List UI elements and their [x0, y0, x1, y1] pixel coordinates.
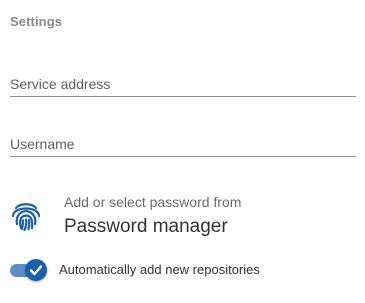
settings-panel: Settings Add or select password from Pas… [0, 0, 365, 303]
fingerprint-icon [11, 203, 41, 232]
auto-add-repositories-toggle[interactable] [10, 258, 48, 282]
auto-add-repositories-label: Automatically add new repositories [59, 262, 260, 277]
checkmark-icon [29, 265, 43, 276]
auto-add-repositories-row: Automatically add new repositories [10, 258, 355, 282]
password-manager-title: Password manager [64, 216, 228, 237]
section-title: Settings [10, 14, 63, 29]
password-manager-hint: Add or select password from [64, 194, 242, 210]
service-address-field [10, 67, 356, 97]
username-input[interactable] [10, 136, 356, 152]
toggle-knob [25, 259, 47, 281]
username-field [10, 127, 356, 157]
password-manager-button[interactable]: Add or select password from Password man… [8, 190, 348, 246]
service-address-input[interactable] [10, 76, 356, 92]
